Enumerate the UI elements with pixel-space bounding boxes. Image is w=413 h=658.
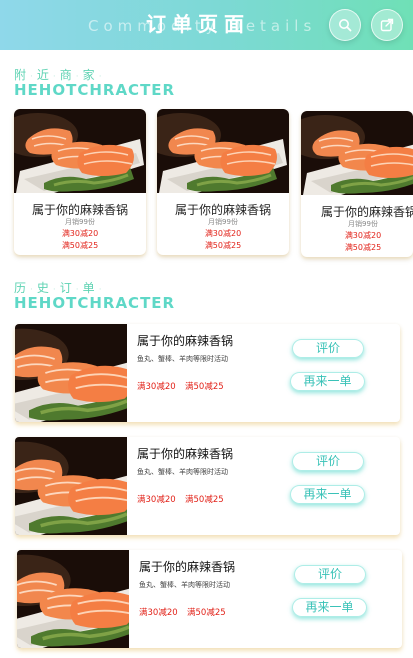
store-name: 属于你的麻辣香锅	[321, 205, 413, 219]
monthly-sales: 月销99份	[348, 220, 378, 228]
nearby-store-card[interactable]: 属于你的麻辣香锅 月销99份 满30减20 满50减25	[14, 109, 146, 255]
review-button[interactable]: 评价	[294, 565, 366, 584]
food-image	[301, 111, 413, 195]
order-title: 属于你的麻辣香锅	[139, 560, 236, 574]
food-image	[157, 109, 289, 193]
promo-1: 满30减20	[61, 229, 99, 238]
food-image	[17, 550, 129, 648]
store-name: 属于你的麻辣香锅	[174, 203, 271, 217]
history-order-card[interactable]: 属于你的麻辣香锅 鱼丸、蟹棒、羊肉等限时活动 满30减20 满50减25 评价 …	[15, 324, 400, 422]
monthly-sales: 月销99份	[65, 218, 95, 226]
review-button[interactable]: 评价	[292, 339, 364, 358]
header-bar: Commodity Details 订单页面	[0, 0, 413, 50]
search-icon	[339, 19, 352, 32]
order-description: 鱼丸、蟹棒、羊肉等限时活动	[137, 468, 228, 476]
search-button[interactable]	[329, 9, 361, 41]
promo-2: 满50减25	[187, 608, 226, 618]
food-image	[14, 109, 146, 193]
promo-2: 满50减25	[344, 243, 382, 252]
order-title: 属于你的麻辣香锅	[137, 447, 234, 461]
food-image	[15, 324, 127, 422]
nearby-store-card[interactable]: 属于你的麻辣香锅 月销99份 满30减20 满50减25	[301, 111, 413, 257]
promo-2: 满50减25	[61, 241, 99, 250]
history-order-card[interactable]: 属于你的麻辣香锅 鱼丸、蟹棒、羊肉等限时活动 满30减20 满50减25 评价 …	[17, 550, 402, 648]
order-description: 鱼丸、蟹棒、羊肉等限时活动	[137, 355, 228, 363]
nearby-section-subtitle: HEHOTCHRACTER	[14, 81, 176, 99]
order-title: 属于你的麻辣香锅	[137, 334, 234, 348]
promo-2: 满50减25	[185, 382, 224, 392]
reorder-button[interactable]: 再来一单	[292, 598, 367, 617]
promo-1: 满30减20	[344, 231, 382, 240]
history-order-card[interactable]: 属于你的麻辣香锅 鱼丸、蟹棒、羊肉等限时活动 满30减20 满50减25 评价 …	[15, 437, 400, 535]
share-button[interactable]	[371, 9, 403, 41]
store-name: 属于你的麻辣香锅	[31, 203, 128, 217]
food-image	[15, 437, 127, 535]
promo-2: 满50减25	[185, 495, 224, 505]
promo-1: 满30减20	[137, 495, 176, 505]
reorder-button[interactable]: 再来一单	[290, 485, 365, 504]
promo-2: 满50减25	[204, 241, 242, 250]
share-icon	[380, 18, 394, 32]
history-section-subtitle: HEHOTCHRACTER	[14, 294, 176, 312]
monthly-sales: 月销99份	[208, 218, 238, 226]
promo-1: 满30减20	[204, 229, 242, 238]
review-button[interactable]: 评价	[292, 452, 364, 471]
promo-1: 满30减20	[139, 608, 178, 618]
nearby-store-card[interactable]: 属于你的麻辣香锅 月销99份 满30减20 满50减25	[157, 109, 289, 255]
reorder-button[interactable]: 再来一单	[290, 372, 365, 391]
page-title: 订单页面	[146, 12, 250, 36]
order-description: 鱼丸、蟹棒、羊肉等限时活动	[139, 581, 230, 589]
promo-1: 满30减20	[137, 382, 176, 392]
